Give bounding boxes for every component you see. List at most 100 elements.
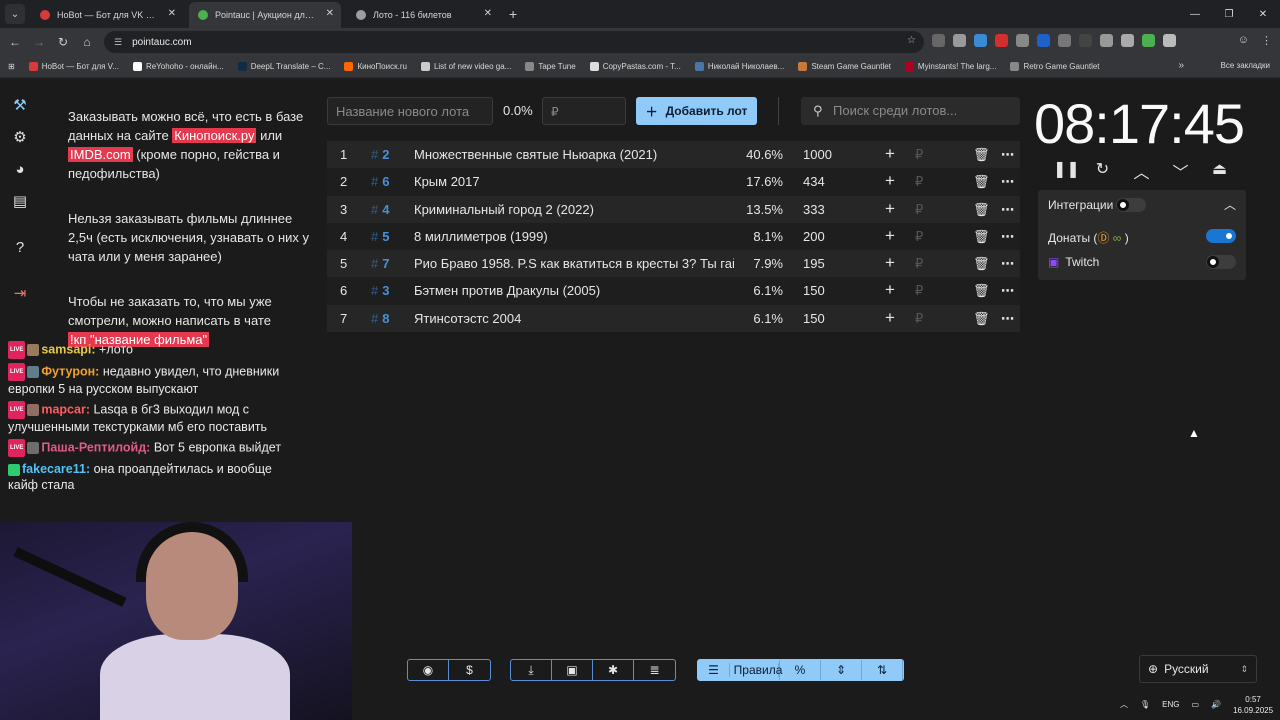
- wheel-icon[interactable]: ◕: [10, 159, 30, 179]
- compress-icon[interactable]: ⇕: [821, 660, 862, 680]
- extra-amount-input[interactable]: ₽: [915, 256, 923, 272]
- close-window-icon[interactable]: ✕: [1246, 0, 1280, 28]
- eject-icon[interactable]: ⏏: [1209, 159, 1230, 183]
- close-tab-icon[interactable]: ✕: [168, 8, 176, 19]
- bookmark-item[interactable]: КиноПоиск.ru: [344, 62, 407, 71]
- extension-icon[interactable]: [953, 34, 966, 47]
- lot-name[interactable]: Множественные святые Ньюарка (2021): [414, 147, 734, 162]
- extension-icon[interactable]: [1016, 34, 1029, 47]
- tab-pointauc[interactable]: Pointauc | Аукцион для стримеров ✕: [189, 2, 341, 28]
- clipboard-icon[interactable]: ▤: [10, 191, 30, 211]
- bookmark-item[interactable]: List of new video ga...: [420, 62, 511, 71]
- lot-name[interactable]: Рио Браво 1958. P.S как вкатиться в крес…: [414, 256, 734, 271]
- all-bookmarks-button[interactable]: Все закладки: [1221, 61, 1270, 70]
- clock[interactable]: 0:57 16.09.2025: [1233, 694, 1273, 716]
- extra-amount-input[interactable]: ₽: [915, 311, 923, 327]
- donate-icon[interactable]: $: [449, 660, 490, 680]
- volume-icon[interactable]: 🔊: [1211, 700, 1221, 709]
- more-icon[interactable]: ⋯: [1001, 256, 1015, 272]
- bookmark-item[interactable]: Myinstants! The larg...: [904, 62, 996, 71]
- bookmark-item[interactable]: Николай Николаев...: [694, 62, 784, 71]
- extension-icon[interactable]: [1142, 34, 1155, 47]
- percent-icon[interactable]: %: [780, 660, 821, 680]
- pause-icon[interactable]: ❚❚: [1053, 159, 1080, 183]
- more-icon[interactable]: ⋯: [1001, 311, 1015, 327]
- extra-amount-input[interactable]: ₽: [915, 283, 923, 299]
- more-icon[interactable]: ⋯: [1001, 229, 1015, 245]
- decrease-time-icon[interactable]: ﹀: [1170, 159, 1191, 183]
- add-amount-icon[interactable]: +: [885, 253, 895, 273]
- add-lot-button[interactable]: ＋ Добавить лот: [636, 97, 757, 125]
- microphone-icon[interactable]: 🎙: [1140, 700, 1150, 709]
- lot-name[interactable]: Крым 2017: [414, 174, 734, 189]
- extension-icon[interactable]: [932, 34, 945, 47]
- extension-icon[interactable]: [1037, 34, 1050, 47]
- delete-icon[interactable]: 🗑: [973, 174, 990, 190]
- restore-icon[interactable]: ❐: [1212, 0, 1246, 28]
- twitch-toggle[interactable]: [1206, 255, 1236, 269]
- input-language[interactable]: ENG: [1162, 700, 1179, 709]
- delete-icon[interactable]: 🗑: [973, 283, 990, 299]
- more-icon[interactable]: ⋯: [1001, 283, 1015, 299]
- logout-icon[interactable]: ⇥: [10, 283, 30, 303]
- bookmark-item[interactable]: DeepL Translate – С...: [237, 62, 330, 71]
- download-icon[interactable]: ⤓: [511, 660, 552, 680]
- bookmark-item[interactable]: HoBot — Бот для V...: [28, 62, 119, 71]
- bookmark-star-icon[interactable]: ☆: [907, 35, 916, 46]
- tab-hobot[interactable]: HoBot — Бот для VK Video Live ✕: [31, 2, 183, 28]
- new-tab-button[interactable]: +: [509, 6, 517, 22]
- extension-icon[interactable]: [1121, 34, 1134, 47]
- forward-icon[interactable]: →: [27, 35, 51, 49]
- delete-icon[interactable]: 🗑: [973, 147, 990, 163]
- tab-search-icon[interactable]: ⌄: [5, 4, 25, 24]
- monitor-icon[interactable]: ▭: [1192, 700, 1200, 709]
- lot-name[interactable]: 8 миллиметров (1999): [414, 229, 734, 244]
- menu-icon[interactable]: ⋮: [1261, 34, 1272, 47]
- search-lots-input[interactable]: ⚲ Поиск среди лотов...: [801, 97, 1020, 125]
- delete-icon[interactable]: 🗑: [973, 311, 990, 327]
- reload-icon[interactable]: ↻: [51, 35, 75, 49]
- extra-amount-input[interactable]: ₽: [915, 229, 923, 245]
- add-amount-icon[interactable]: +: [885, 308, 895, 328]
- donations-toggle[interactable]: [1206, 229, 1236, 243]
- profile-icon[interactable]: ☺: [1238, 34, 1249, 47]
- home-icon[interactable]: ⌂: [75, 35, 99, 49]
- increase-time-icon[interactable]: ︿: [1131, 159, 1152, 183]
- settings-icon[interactable]: ⚙: [10, 127, 30, 147]
- extra-amount-input[interactable]: ₽: [915, 202, 923, 218]
- amount-input[interactable]: ₽: [542, 97, 626, 125]
- add-amount-icon[interactable]: +: [885, 144, 895, 164]
- tray-expand-icon[interactable]: ︿: [1120, 699, 1128, 710]
- extension-icon[interactable]: [995, 34, 1008, 47]
- help-icon[interactable]: ?: [10, 237, 30, 257]
- extra-amount-input[interactable]: ₽: [915, 174, 923, 190]
- bookmark-item[interactable]: ReYohoho - онлайн...: [132, 62, 224, 71]
- language-select[interactable]: ⊕ Русский ⇕: [1139, 655, 1257, 683]
- more-icon[interactable]: ⋯: [1001, 202, 1015, 218]
- bookmark-item[interactable]: Tape Tune: [525, 62, 576, 71]
- more-bookmarks-icon[interactable]: »: [1178, 60, 1184, 71]
- extension-icon[interactable]: [1079, 34, 1092, 47]
- save-icon[interactable]: ▣: [552, 660, 593, 680]
- extension-icon[interactable]: [1058, 34, 1071, 47]
- add-amount-icon[interactable]: +: [885, 199, 895, 219]
- site-info-icon[interactable]: ☰: [114, 37, 122, 48]
- collapse-icon[interactable]: ︿: [1224, 196, 1236, 213]
- sort-icon[interactable]: ⇅: [862, 660, 903, 680]
- back-icon[interactable]: ←: [3, 35, 27, 49]
- tab-loto[interactable]: Лото - 116 билетов ✕: [347, 2, 499, 28]
- lot-name[interactable]: Ятинсотэстс 2004: [414, 311, 734, 326]
- delete-icon[interactable]: 🗑: [973, 256, 990, 272]
- puzzle-icon[interactable]: [1163, 34, 1176, 47]
- clear-list-icon[interactable]: ≣: [634, 660, 675, 680]
- delete-icon[interactable]: 🗑: [973, 229, 990, 245]
- close-tab-icon[interactable]: ✕: [326, 8, 334, 19]
- close-tab-icon[interactable]: ✕: [484, 8, 492, 19]
- more-icon[interactable]: ⋯: [1001, 174, 1015, 190]
- extension-icon[interactable]: [1100, 34, 1113, 47]
- reset-icon[interactable]: ↻: [1092, 159, 1113, 183]
- bug-icon[interactable]: ✱: [593, 660, 634, 680]
- add-amount-icon[interactable]: +: [885, 280, 895, 300]
- bookmark-item[interactable]: Retro Game Gauntlet: [1010, 62, 1100, 71]
- add-amount-icon[interactable]: +: [885, 171, 895, 191]
